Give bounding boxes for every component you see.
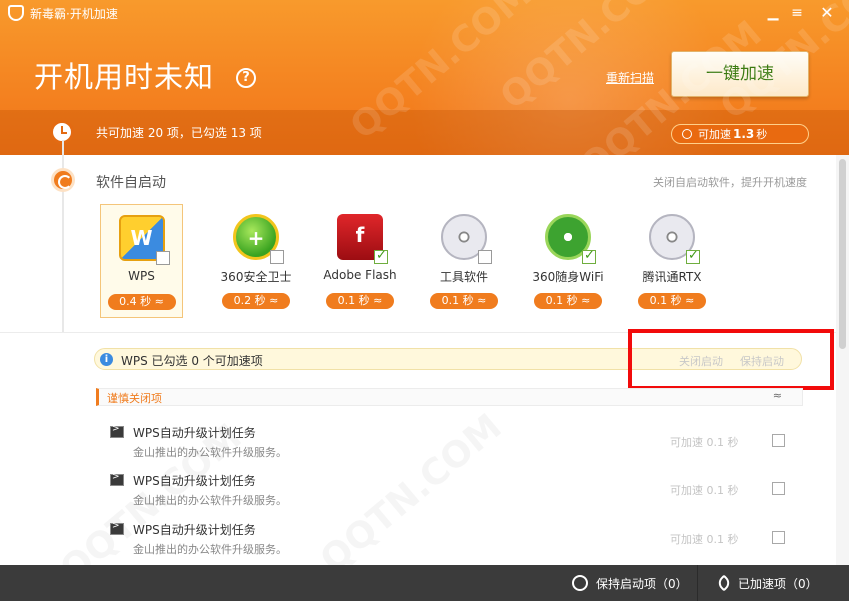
boot-time-title: 开机用时未知 [34,60,215,94]
speed-unit: 秒 [756,128,768,141]
app-card-wifi[interactable]: 360随身WiFi 0.1 秒 ≈ [516,204,620,318]
app-name: 腾讯通RTX [642,270,702,284]
app-time-badge[interactable]: 0.1 秒 ≈ [638,293,706,309]
app-checkbox[interactable] [270,250,284,264]
app-checkbox-checked[interactable] [374,248,388,264]
one-click-accelerate-button[interactable]: 一键加速 [671,51,809,97]
task-desc: 金山推出的办公软件升级服务。 [133,543,287,556]
footer: 保持启动项（0） 已加速项（0） [0,565,849,601]
speed-value: 1.3 [733,127,755,141]
app-name: 360安全卫士 [220,270,292,284]
app-card-rtx[interactable]: 腾讯通RTX 0.1 秒 ≈ [620,204,724,318]
task-speed: 可加速 0.1 秒 [670,436,739,449]
caution-group-header[interactable]: 谨慎关闭项 ≈ [96,388,803,406]
app-time-badge[interactable]: 0.1 秒 ≈ [534,293,602,309]
app-time-badge[interactable]: 0.4 秒 ≈ [107,294,176,310]
accelerated-items-button[interactable]: 已加速项（0） [715,565,818,601]
startup-app-list: W WPS 0.4 秒 ≈ + 360安全卫士 0.2 秒 ≈ f Adobe … [100,204,724,318]
summary-text: 共可加速 20 项，已勾选 13 项 [96,126,262,140]
startup-section-icon [51,168,75,192]
speed-badge: 可加速 1.3 秒 [671,124,809,144]
kept-startup-items-button[interactable]: 保持启动项（0） [572,565,688,601]
rescan-link[interactable]: 重新扫描 [606,69,654,86]
app-checkbox-checked[interactable] [686,248,700,264]
app-card-wps[interactable]: W WPS 0.4 秒 ≈ [100,204,183,318]
close-button[interactable]: ✕ [817,4,837,22]
app-logo-icon [8,5,24,21]
app-name: WPS [128,269,155,283]
app-name: 360随身WiFi [532,270,604,284]
collapse-icon[interactable]: ≈ [773,389,782,402]
task-row: WPS自动升级计划任务 金山推出的办公软件升级服务。 可加速 0.1 秒 [108,521,798,561]
section-hint: 关闭自启动软件，提升开机速度 [653,176,807,189]
task-checkbox[interactable] [772,531,785,544]
speed-prefix: 可加速 [698,128,731,141]
scroll-thumb[interactable] [839,159,846,349]
terminal-icon [110,521,124,535]
check-circle-icon [572,575,588,591]
task-row: WPS自动升级计划任务 金山推出的办公软件升级服务。 可加速 0.1 秒 [108,472,798,512]
app-checkbox[interactable] [155,251,170,265]
stopwatch-icon [682,129,692,139]
section-title: 软件自启动 [96,175,166,191]
window-title: 新毒霸·开机加速 [30,6,118,21]
kept-label: 保持启动项（0） [596,576,688,591]
scrollbar[interactable] [836,155,849,565]
app-card-flash[interactable]: f Adobe Flash 0.1 秒 ≈ [308,204,412,318]
accel-label: 已加速项（0） [738,576,818,591]
menu-button[interactable]: ≡ [787,4,807,22]
app-name: Adobe Flash [323,268,397,282]
task-speed: 可加速 0.1 秒 [670,484,739,497]
help-icon[interactable]: ? [236,68,256,88]
group-title: 谨慎关闭项 [107,392,162,405]
task-desc: 金山推出的办公软件升级服务。 [133,446,287,459]
app-time-badge[interactable]: 0.2 秒 ≈ [222,293,290,309]
info-icon: i [100,353,113,366]
minimize-button[interactable]: ▁ [763,4,783,22]
task-name: WPS自动升级计划任务 [133,523,256,537]
task-name: WPS自动升级计划任务 [133,474,256,488]
terminal-icon [110,424,124,438]
app-name: 工具软件 [439,270,488,284]
app-card-360[interactable]: + 360安全卫士 0.2 秒 ≈ [204,204,308,318]
app-checkbox-checked[interactable] [582,248,596,264]
app-time-badge[interactable]: 0.1 秒 ≈ [326,293,394,309]
app-time-badge[interactable]: 0.1 秒 ≈ [430,293,498,309]
highlight-box [628,329,834,390]
task-row: WPS自动升级计划任务 金山推出的办公软件升级服务。 可加速 0.1 秒 [108,424,798,464]
task-desc: 金山推出的办公软件升级服务。 [133,494,287,507]
app-checkbox[interactable] [478,250,492,264]
titlebar: 新毒霸·开机加速 [0,0,849,26]
info-text: WPS 已勾选 0 个可加速项 [121,354,263,368]
task-name: WPS自动升级计划任务 [133,426,256,440]
terminal-icon [110,472,124,486]
rocket-icon [715,574,733,592]
task-speed: 可加速 0.1 秒 [670,533,739,546]
app-card-tools[interactable]: 工具软件 0.1 秒 ≈ [412,204,516,318]
task-checkbox[interactable] [772,434,785,447]
footer-divider [697,565,698,601]
task-checkbox[interactable] [772,482,785,495]
